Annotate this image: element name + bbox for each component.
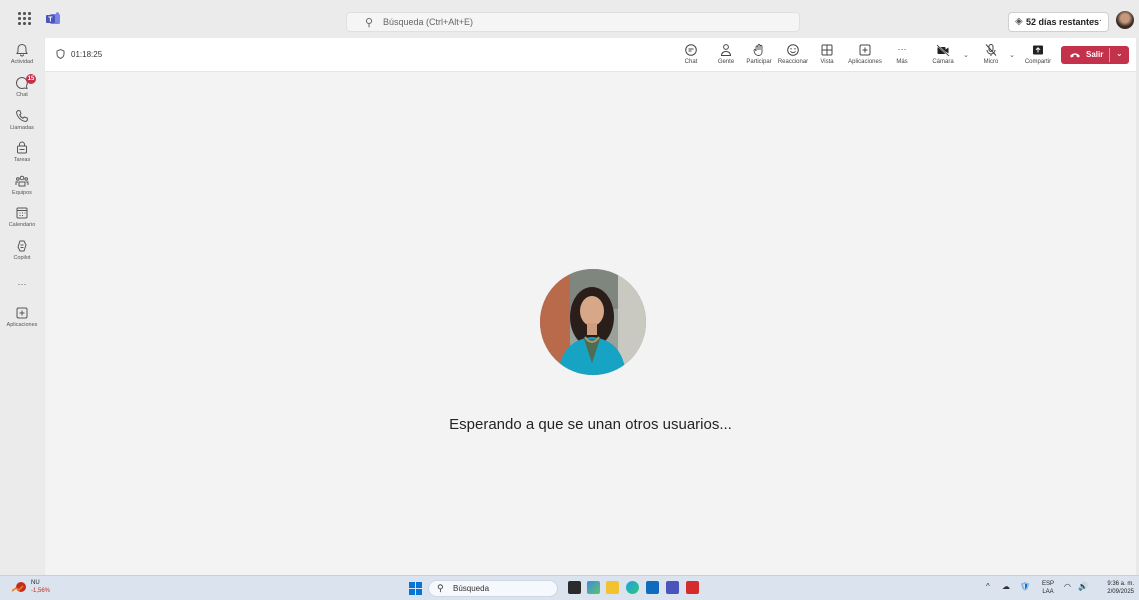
calendar-icon [16, 207, 28, 219]
stock-widget-icon[interactable] [11, 581, 27, 595]
stock-change: -1,56% [31, 588, 51, 594]
tray-chevron-icon[interactable]: ^ [986, 582, 990, 591]
meeting-stage: 01:18:25 Chat Gente Participar Reacciona… [45, 38, 1136, 575]
leave-button[interactable]: Salir ⌄ [1061, 46, 1129, 64]
outlook-icon[interactable] [646, 581, 659, 594]
view-button[interactable]: Vista [817, 43, 837, 65]
hand-icon [753, 44, 763, 56]
copilot-icon [17, 240, 27, 252]
more-options-icon[interactable]: ··· [1092, 15, 1102, 26]
shield-icon [56, 49, 65, 59]
hang-up-icon [1070, 53, 1080, 58]
phone-icon [15, 109, 29, 123]
mic-options-chevron-icon[interactable]: ⌄ [1009, 51, 1015, 59]
search-icon: ⚲ [437, 583, 444, 593]
clock[interactable]: 9:36 a. m. 2/09/2025 [1100, 580, 1134, 596]
meeting-toolbar: 01:18:25 Chat Gente Participar Reacciona… [45, 38, 1136, 72]
rail-item-apps[interactable]: Aplicaciones [0, 306, 44, 328]
rail-item-teams[interactable]: Equipos [0, 174, 44, 196]
windows-taskbar: NU -1,56% ⚲ Búsqueda ^ ☁ 🛡 ESP LAA ◠ 🔊 9… [0, 575, 1139, 600]
share-button[interactable]: Compartir [1021, 43, 1055, 65]
mic-button[interactable]: Micro [980, 43, 1002, 65]
diamond-icon: ◈ [1015, 16, 1023, 27]
participant-photo [540, 269, 646, 375]
grid-view-icon [821, 44, 833, 56]
rail-item-more[interactable]: ··· [0, 277, 44, 289]
taskbar-search-label: Búsqueda [453, 584, 490, 593]
emoji-icon [787, 44, 799, 56]
windows-start-icon[interactable] [409, 582, 422, 595]
camera-off-icon [936, 44, 950, 57]
onedrive-icon[interactable]: ☁ [1002, 582, 1010, 591]
svg-text:T: T [48, 17, 53, 24]
mic-off-icon [985, 44, 997, 56]
people-button[interactable]: Gente [714, 43, 738, 65]
app-launcher-icon[interactable] [18, 12, 32, 26]
file-explorer-icon[interactable] [606, 581, 619, 594]
bell-icon [16, 43, 28, 57]
meeting-timer: 01:18:25 [56, 49, 102, 59]
tasks-icon [17, 141, 27, 154]
left-rail: Actividad 15 Chat Llamadas Tareas Equipo… [0, 38, 44, 575]
edge-browser-icon[interactable] [626, 581, 639, 594]
search-icon: ⚲ [365, 17, 374, 29]
more-apps-icon: ··· [17, 279, 27, 289]
search-input[interactable]: ⚲ Búsqueda (Ctrl+Alt+E) [346, 12, 800, 32]
rail-item-chat[interactable]: 15 Chat [0, 74, 44, 98]
add-app-icon [859, 44, 871, 56]
chat-button[interactable]: Chat [681, 43, 701, 65]
waiting-message: Esperando a que se unan otros usuarios..… [449, 416, 732, 433]
profile-avatar[interactable] [1116, 11, 1134, 29]
raise-hand-button[interactable]: Participar [744, 43, 774, 65]
title-bar: T ⚲ Búsqueda (Ctrl+Alt+E) ◈ 52 días rest… [0, 0, 1139, 38]
react-button[interactable]: Reaccionar [776, 43, 810, 65]
meeting-timer-text: 01:18:25 [71, 50, 103, 59]
more-button[interactable]: ··· Más [893, 43, 911, 65]
volume-icon[interactable]: 🔊 [1078, 582, 1088, 591]
chat-bubble-icon [685, 44, 697, 56]
teams-group-icon [15, 175, 29, 187]
share-screen-icon [1033, 45, 1043, 55]
stock-widget[interactable]: NU -1,56% [31, 579, 50, 595]
stock-name: NU [31, 580, 40, 586]
people-icon [720, 44, 732, 56]
teams-logo-icon: T [46, 12, 60, 24]
ellipsis-icon: ··· [897, 44, 907, 54]
rail-item-activity[interactable]: Actividad [0, 43, 44, 65]
clock-date: 2/09/2025 [1107, 589, 1134, 595]
taskbar-search[interactable]: ⚲ Búsqueda [428, 580, 558, 597]
camera-options-chevron-icon[interactable]: ⌄ [963, 51, 969, 59]
clock-time: 9:36 a. m. [1107, 581, 1134, 587]
search-placeholder: Búsqueda (Ctrl+Alt+E) [383, 17, 474, 27]
store-app-icon[interactable] [587, 581, 600, 594]
security-icon[interactable]: 🛡 [1020, 582, 1030, 591]
task-view-icon[interactable] [568, 581, 581, 594]
wifi-icon[interactable]: ◠ [1064, 582, 1071, 591]
rail-item-copilot[interactable]: Copilot [0, 239, 44, 261]
rail-item-calls[interactable]: Llamadas [0, 109, 44, 131]
apps-button[interactable]: Aplicaciones [846, 43, 884, 65]
rail-item-calendar[interactable]: Calendario [0, 206, 44, 228]
trial-days-button[interactable]: ◈ 52 días restantes ··· [1008, 12, 1109, 32]
trial-days-label: 52 días restantes [1026, 17, 1100, 27]
camera-button[interactable]: Cámara [931, 43, 955, 65]
chat-unread-badge: 15 [26, 74, 36, 84]
teams-app-icon[interactable] [666, 581, 679, 594]
rail-item-tasks[interactable]: Tareas [0, 141, 44, 163]
add-apps-icon [16, 307, 28, 319]
participant-avatar [540, 269, 646, 375]
leave-options-chevron-icon[interactable]: ⌄ [1116, 49, 1123, 58]
acrobat-icon[interactable] [686, 581, 699, 594]
language-indicator[interactable]: ESP LAA [1042, 580, 1054, 596]
